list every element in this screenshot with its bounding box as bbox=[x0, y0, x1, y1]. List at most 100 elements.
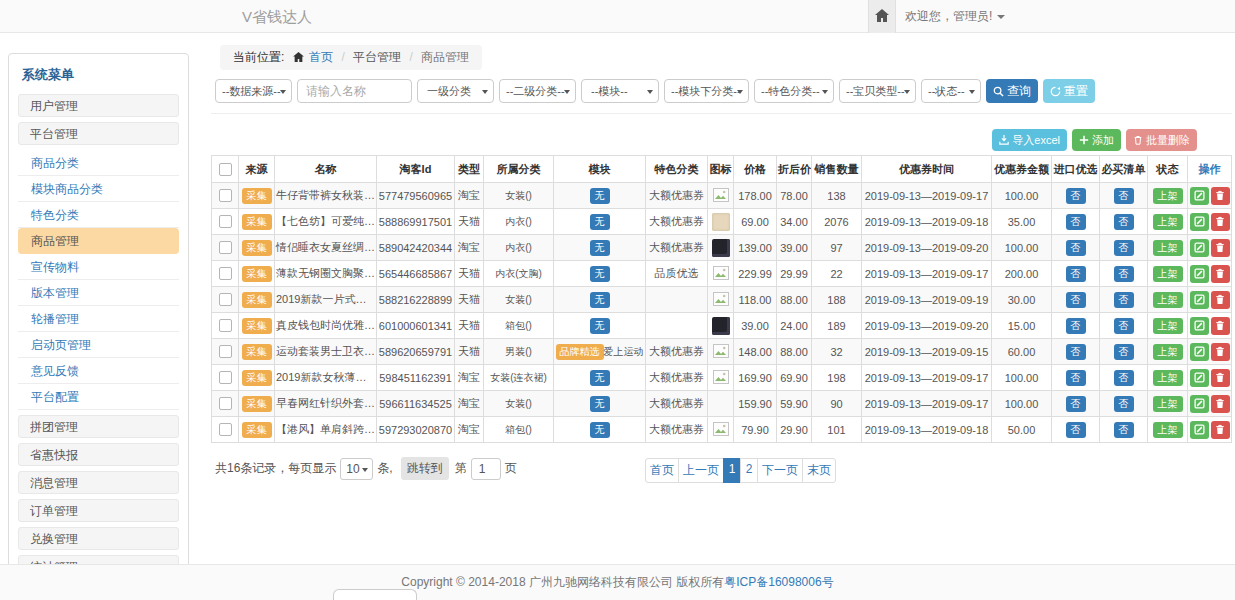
page-button-1[interactable]: 1 bbox=[723, 458, 741, 483]
module-none-badge[interactable]: 无 bbox=[590, 318, 610, 334]
import-select-badge[interactable]: 否 bbox=[1066, 188, 1086, 204]
name-input[interactable] bbox=[297, 79, 412, 103]
module-none-badge[interactable]: 无 bbox=[590, 188, 610, 204]
sidebar-group[interactable]: 订单管理 bbox=[18, 499, 179, 522]
must-buy-badge[interactable]: 否 bbox=[1114, 318, 1134, 334]
row-checkbox[interactable] bbox=[219, 397, 232, 410]
delete-button[interactable] bbox=[1211, 343, 1230, 361]
must-buy-badge[interactable]: 否 bbox=[1114, 396, 1134, 412]
user-menu[interactable]: 欢迎您，管理员! bbox=[905, 0, 1005, 33]
row-checkbox[interactable] bbox=[219, 267, 232, 280]
module-none-badge[interactable]: 无 bbox=[590, 292, 610, 308]
row-checkbox[interactable] bbox=[219, 319, 232, 332]
edit-button[interactable] bbox=[1190, 239, 1209, 257]
sidebar-item[interactable]: 商品分类 bbox=[18, 150, 179, 176]
edit-button[interactable] bbox=[1190, 343, 1209, 361]
page-button-下一页[interactable]: 下一页 bbox=[757, 458, 803, 483]
reset-button[interactable]: 重置 bbox=[1043, 79, 1095, 103]
import-select-badge[interactable]: 否 bbox=[1066, 240, 1086, 256]
delete-button[interactable] bbox=[1211, 187, 1230, 205]
must-buy-badge[interactable]: 否 bbox=[1114, 344, 1134, 360]
sidebar-item[interactable]: 轮播管理 bbox=[18, 306, 179, 332]
breadcrumb-home-link[interactable]: 首页 bbox=[309, 50, 333, 64]
status-badge[interactable]: 上架 bbox=[1153, 266, 1183, 282]
import-select-badge[interactable]: 否 bbox=[1066, 422, 1086, 438]
status-select[interactable]: --状态-- bbox=[921, 79, 981, 103]
module-sub-select[interactable]: --模块下分类-- bbox=[664, 79, 749, 103]
edit-button[interactable] bbox=[1190, 213, 1209, 231]
status-badge[interactable]: 上架 bbox=[1153, 240, 1183, 256]
import-select-badge[interactable]: 否 bbox=[1066, 318, 1086, 334]
module-none-badge[interactable]: 无 bbox=[590, 240, 610, 256]
status-badge[interactable]: 上架 bbox=[1153, 188, 1183, 204]
module-none-badge[interactable]: 无 bbox=[590, 370, 610, 386]
delete-button[interactable] bbox=[1211, 239, 1230, 257]
edit-button[interactable] bbox=[1190, 369, 1209, 387]
edit-button[interactable] bbox=[1190, 395, 1209, 413]
page-button-末页[interactable]: 末页 bbox=[802, 458, 836, 483]
must-buy-badge[interactable]: 否 bbox=[1114, 240, 1134, 256]
status-badge[interactable]: 上架 bbox=[1153, 292, 1183, 308]
import-select-badge[interactable]: 否 bbox=[1066, 266, 1086, 282]
delete-button[interactable] bbox=[1211, 421, 1230, 439]
must-buy-badge[interactable]: 否 bbox=[1114, 214, 1134, 230]
edit-button[interactable] bbox=[1190, 265, 1209, 283]
level1-category-select[interactable]: 一级分类 bbox=[417, 79, 494, 103]
item-type-select[interactable]: --宝贝类型-- bbox=[839, 79, 916, 103]
import-select-badge[interactable]: 否 bbox=[1066, 214, 1086, 230]
add-button[interactable]: 添加 bbox=[1072, 129, 1121, 151]
row-checkbox[interactable] bbox=[219, 345, 232, 358]
page-button-2[interactable]: 2 bbox=[740, 458, 758, 483]
module-none-badge[interactable]: 无 bbox=[590, 214, 610, 230]
edit-button[interactable] bbox=[1190, 187, 1209, 205]
sidebar-item[interactable]: 商品管理 bbox=[18, 228, 179, 254]
must-buy-badge[interactable]: 否 bbox=[1114, 266, 1134, 282]
edit-button[interactable] bbox=[1190, 421, 1209, 439]
module-none-badge[interactable]: 无 bbox=[590, 396, 610, 412]
per-page-select[interactable]: 10 bbox=[340, 458, 373, 480]
edit-button[interactable] bbox=[1190, 291, 1209, 309]
module-none-badge[interactable]: 无 bbox=[590, 422, 610, 438]
row-checkbox[interactable] bbox=[219, 189, 232, 202]
feature-category-select[interactable]: --特色分类-- bbox=[754, 79, 834, 103]
sidebar-item[interactable]: 启动页管理 bbox=[18, 332, 179, 358]
sidebar-item[interactable]: 版本管理 bbox=[18, 280, 179, 306]
row-checkbox[interactable] bbox=[219, 241, 232, 254]
delete-button[interactable] bbox=[1211, 395, 1230, 413]
import-excel-button[interactable]: 导入excel bbox=[992, 129, 1067, 151]
sidebar-item[interactable]: 模块商品分类 bbox=[18, 176, 179, 202]
sidebar-group[interactable]: 平台管理 bbox=[18, 122, 179, 145]
sidebar-group[interactable]: 拼团管理 bbox=[18, 415, 179, 438]
must-buy-badge[interactable]: 否 bbox=[1114, 422, 1134, 438]
row-checkbox[interactable] bbox=[219, 371, 232, 384]
level2-category-select[interactable]: --二级分类-- bbox=[499, 79, 576, 103]
page-button-首页[interactable]: 首页 bbox=[645, 458, 679, 483]
import-select-badge[interactable]: 否 bbox=[1066, 370, 1086, 386]
module-badge[interactable]: 品牌精选 bbox=[556, 344, 604, 360]
sidebar-item[interactable]: 宣传物料 bbox=[18, 254, 179, 280]
status-badge[interactable]: 上架 bbox=[1153, 344, 1183, 360]
data-source-select[interactable]: --数据来源-- bbox=[215, 79, 292, 103]
jump-button[interactable]: 跳转到 bbox=[401, 457, 449, 480]
delete-button[interactable] bbox=[1211, 213, 1230, 231]
sidebar-item[interactable]: 特色分类 bbox=[18, 202, 179, 228]
icp-link[interactable]: 粤ICP备16098006号 bbox=[724, 575, 833, 589]
row-checkbox[interactable] bbox=[219, 293, 232, 306]
row-checkbox[interactable] bbox=[219, 423, 232, 436]
page-button-上一页[interactable]: 上一页 bbox=[678, 458, 724, 483]
module-select[interactable]: --模块-- bbox=[581, 79, 659, 103]
delete-button[interactable] bbox=[1211, 291, 1230, 309]
sidebar-group[interactable]: 省惠快报 bbox=[18, 443, 179, 466]
module-none-badge[interactable]: 无 bbox=[590, 266, 610, 282]
import-select-badge[interactable]: 否 bbox=[1066, 344, 1086, 360]
status-badge[interactable]: 上架 bbox=[1153, 214, 1183, 230]
status-badge[interactable]: 上架 bbox=[1153, 318, 1183, 334]
sidebar-item[interactable]: 意见反馈 bbox=[18, 358, 179, 384]
page-number-input[interactable]: 1 bbox=[471, 458, 501, 480]
import-select-badge[interactable]: 否 bbox=[1066, 292, 1086, 308]
delete-button[interactable] bbox=[1211, 265, 1230, 283]
search-button[interactable]: 查询 bbox=[986, 79, 1038, 103]
status-badge[interactable]: 上架 bbox=[1153, 396, 1183, 412]
delete-button[interactable] bbox=[1211, 317, 1230, 335]
delete-button[interactable] bbox=[1211, 369, 1230, 387]
